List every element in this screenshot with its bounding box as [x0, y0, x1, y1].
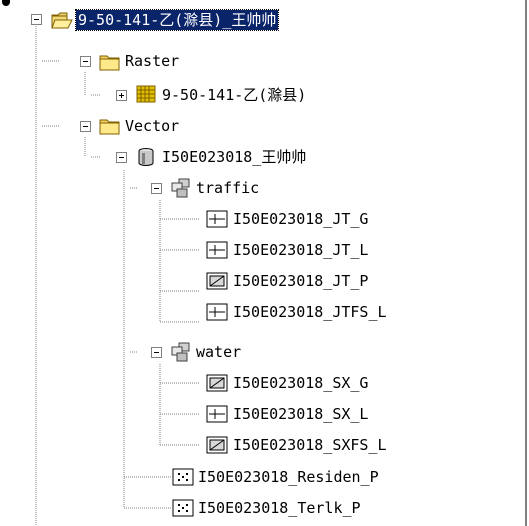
open-folder-icon [51, 12, 73, 29]
traffic-item-jt-g[interactable]: I50E023018_JT_G [231, 209, 370, 229]
water-dataset-label[interactable]: water [194, 342, 243, 362]
root-collapse-toggle[interactable] [31, 14, 42, 25]
database-icon [138, 148, 154, 166]
line-feature-icon [206, 210, 228, 228]
line-feature-icon [206, 303, 228, 321]
root-node-label[interactable]: 9-50-141-乙(滁县)_王帅帅 [74, 9, 280, 31]
point-feature-icon [172, 499, 194, 517]
vector-collapse-toggle[interactable] [80, 121, 91, 132]
water-collapse-toggle[interactable] [151, 347, 162, 358]
raster-grid-icon [136, 85, 156, 103]
raster-dataset-label[interactable]: 9-50-141-乙(滁县) [160, 85, 308, 105]
point-item-residen-p[interactable]: I50E023018_Residen_P [196, 467, 381, 487]
raster-folder-label[interactable]: Raster [123, 51, 181, 71]
raster-collapse-toggle[interactable] [80, 56, 91, 67]
point-item-terlk-p[interactable]: I50E023018_Terlk_P [196, 498, 363, 518]
polygon-feature-icon [206, 272, 228, 290]
water-item-sxfs-l[interactable]: I50E023018_SXFS_L [231, 435, 389, 455]
polygon-feature-icon [206, 436, 228, 454]
feature-dataset-icon [171, 342, 190, 362]
line-feature-icon [206, 405, 228, 423]
polygon-feature-icon [206, 374, 228, 392]
folder-icon [99, 119, 120, 135]
point-feature-icon [172, 468, 194, 486]
catalog-tree: 9-50-141-乙(滁县)_王帅帅 Raster 9-50-141-乙(滁县)… [0, 0, 527, 526]
water-item-sx-l[interactable]: I50E023018_SX_L [231, 404, 370, 424]
line-feature-icon [206, 241, 228, 259]
traffic-item-jt-p[interactable]: I50E023018_JT_P [231, 271, 370, 291]
traffic-collapse-toggle[interactable] [151, 183, 162, 194]
geodatabase-collapse-toggle[interactable] [116, 152, 127, 163]
traffic-item-jt-l[interactable]: I50E023018_JT_L [231, 240, 370, 260]
water-item-sx-g[interactable]: I50E023018_SX_G [231, 373, 370, 393]
traffic-item-jtfs-l[interactable]: I50E023018_JTFS_L [231, 302, 389, 322]
folder-icon [99, 55, 120, 71]
vector-folder-label[interactable]: Vector [123, 116, 181, 136]
feature-dataset-icon [171, 178, 190, 198]
geodatabase-label[interactable]: I50E023018_王帅帅 [160, 147, 308, 167]
raster-dataset-expand-toggle[interactable] [116, 90, 127, 101]
traffic-dataset-label[interactable]: traffic [194, 178, 261, 198]
